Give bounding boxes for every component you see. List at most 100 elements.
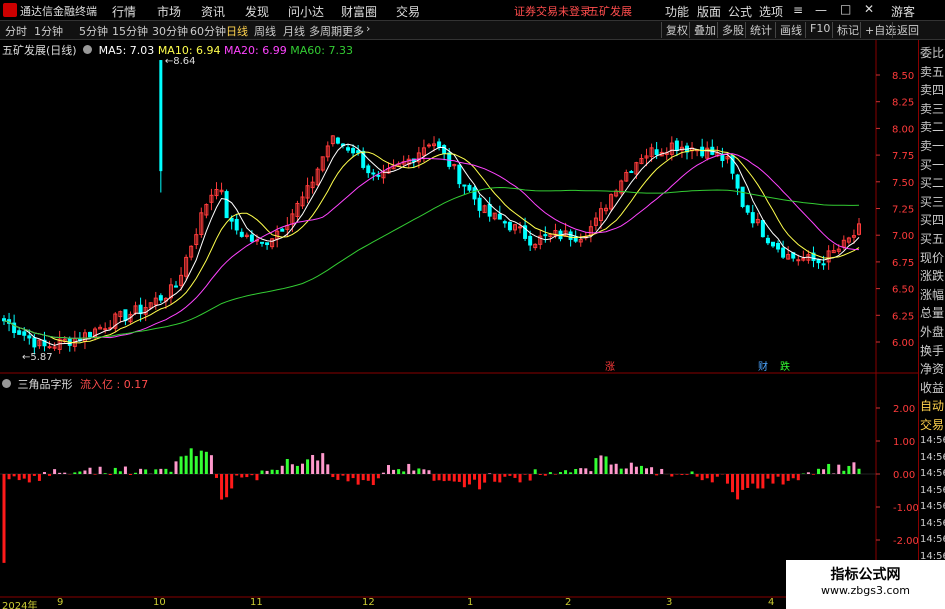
price-tick-label: 6.50	[892, 285, 914, 296]
side-item[interactable]: 卖三	[920, 100, 945, 118]
side-item[interactable]: 交易	[920, 416, 945, 434]
indicator-bar	[7, 474, 11, 480]
indicator-bar	[230, 474, 234, 489]
indicator-bar	[786, 474, 790, 481]
candle-body	[760, 220, 765, 238]
menu-market[interactable]: 市场	[157, 3, 181, 20]
indicator-bar	[609, 464, 613, 474]
indicator-bar	[619, 468, 623, 474]
btn-add-favorite[interactable]: +自选	[860, 22, 896, 38]
side-item[interactable]: 净资	[920, 360, 945, 378]
btn-draw[interactable]: 画线	[775, 22, 802, 38]
side-item[interactable]: 卖五	[920, 63, 945, 81]
price-tick-label: 8.00	[892, 124, 914, 135]
side-item[interactable]: 卖一	[920, 137, 945, 155]
side-item[interactable]: 卖二	[920, 118, 945, 136]
candle-body	[502, 221, 507, 224]
menu-discover[interactable]: 发现	[245, 3, 269, 20]
indicator-bar	[164, 468, 168, 474]
candle-body	[88, 331, 93, 338]
indicator-bar	[731, 474, 735, 493]
menu-layout[interactable]: 版面	[697, 3, 721, 20]
indicator-bar	[736, 474, 740, 500]
indicator-bar	[467, 474, 471, 485]
indicator-bar	[58, 472, 62, 474]
ma60-label: MA60: 7.33	[290, 44, 353, 57]
circle-icon[interactable]	[83, 45, 93, 54]
side-item[interactable]: 收益	[920, 379, 945, 397]
login-alert[interactable]: 证券交易未登录	[514, 3, 591, 19]
indicator-bar	[73, 472, 77, 474]
side-item[interactable]: 涨跌	[920, 267, 945, 285]
menu-function[interactable]: 功能	[665, 3, 689, 20]
tf-multi[interactable]: 多周期	[309, 23, 342, 39]
btn-back[interactable]: 返回	[892, 22, 919, 38]
menu-formula[interactable]: 公式	[728, 3, 752, 20]
tf-60min[interactable]: 60分钟	[190, 23, 226, 39]
menu-options[interactable]: 选项	[759, 3, 783, 20]
app-name: 通达信金融终端	[20, 5, 97, 18]
menu-quotes[interactable]: 行情	[112, 3, 136, 20]
menu-news[interactable]: 资讯	[201, 3, 225, 20]
candle-body	[265, 242, 270, 246]
minimize-icon[interactable]: —	[815, 3, 827, 17]
tf-more[interactable]: 更多	[342, 23, 364, 39]
menu-assistant[interactable]: 问小达	[288, 3, 324, 20]
candle-body	[351, 147, 356, 154]
btn-multistock[interactable]: 多股	[717, 22, 744, 38]
side-item[interactable]: 换手	[920, 342, 945, 360]
btn-stats[interactable]: 统计	[745, 22, 772, 38]
close-icon[interactable]: ✕	[864, 2, 874, 16]
tf-30min[interactable]: 30分钟	[152, 23, 188, 39]
menu-wealth[interactable]: 财富圈	[341, 3, 377, 20]
side-item[interactable]: 总量	[920, 304, 945, 322]
side-item[interactable]: 现价	[920, 249, 945, 267]
indicator-bar	[574, 468, 578, 474]
kline-chart[interactable]: 8.50 8.25 8.00 7.75 7.50 7.25 7.00 6.75 6.50 6.25…	[0, 40, 919, 600]
menu-lines-icon[interactable]: ≡	[793, 3, 803, 17]
price-tick-label: 6.00	[892, 338, 914, 349]
btn-mark[interactable]: 标记	[832, 22, 859, 38]
tf-monthly[interactable]: 月线	[283, 23, 305, 39]
chart-area[interactable]: 8.50 8.25 8.00 7.75 7.50 7.25 7.00 6.75 6.50 6.25…	[0, 40, 919, 600]
date-month: 3	[666, 597, 673, 608]
btn-f10[interactable]: F10	[805, 22, 830, 38]
price-tick-label: 7.50	[892, 178, 914, 189]
guest-user[interactable]: 游客	[891, 3, 915, 20]
side-item[interactable]: 买五	[920, 230, 945, 248]
btn-overlay[interactable]: 叠加	[689, 22, 716, 38]
candle-body	[2, 318, 6, 322]
tf-5min[interactable]: 5分钟	[79, 23, 108, 39]
tf-weekly[interactable]: 周线	[254, 23, 276, 39]
candle-body	[103, 328, 108, 331]
indicator-bar	[98, 466, 102, 474]
side-item[interactable]: 委比	[920, 44, 945, 62]
side-item[interactable]: 买三	[920, 193, 945, 211]
indicator-bar	[452, 474, 456, 482]
indicator-bar	[432, 474, 436, 481]
candle-body	[735, 174, 740, 189]
side-item[interactable]: 买四	[920, 211, 945, 229]
side-item[interactable]: 买一	[920, 156, 945, 174]
tf-15min[interactable]: 15分钟	[112, 23, 148, 39]
side-item[interactable]: 卖四	[920, 81, 945, 99]
indicator-bar	[538, 474, 542, 475]
indicator-bar	[336, 474, 340, 480]
circle-icon[interactable]	[2, 379, 11, 388]
side-item[interactable]: 外盘	[920, 323, 945, 341]
side-item[interactable]: 买二	[920, 174, 945, 192]
btn-adjust[interactable]: 复权	[661, 22, 688, 38]
indicator-bar	[442, 474, 446, 482]
tf-1min[interactable]: 1分钟	[34, 23, 63, 39]
menu-trade[interactable]: 交易	[396, 3, 420, 20]
side-item[interactable]: 自动	[920, 397, 945, 415]
tf-daily[interactable]: 日线	[226, 23, 248, 39]
indicator-bar	[796, 474, 800, 481]
candle-body	[750, 212, 755, 224]
side-item[interactable]: 涨幅	[920, 286, 945, 304]
indicator-bar	[503, 474, 507, 477]
tf-intraday[interactable]: 分时	[5, 23, 27, 39]
maximize-icon[interactable]: □	[840, 2, 851, 16]
chevron-right-icon[interactable]: ›	[366, 22, 370, 35]
indicator-tick-label: -2.00	[893, 536, 918, 547]
